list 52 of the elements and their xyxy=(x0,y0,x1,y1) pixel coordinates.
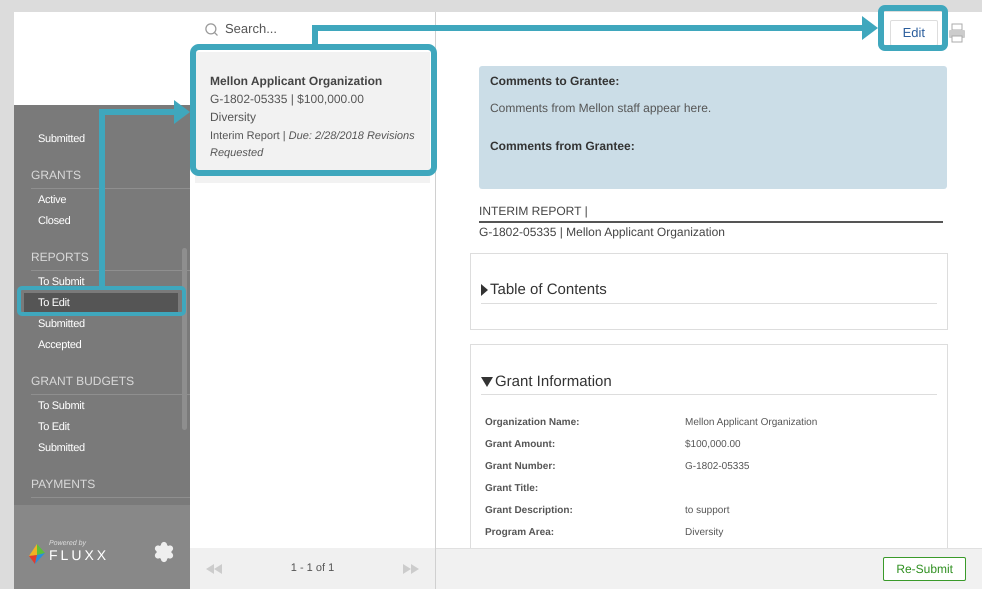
field-label: Program Area: xyxy=(485,526,556,540)
scrollbar[interactable] xyxy=(182,248,187,430)
sidebar-item[interactable]: To Edit xyxy=(14,417,190,438)
field-value: Diversity xyxy=(685,526,724,540)
section-header[interactable]: Grant Information xyxy=(481,370,937,395)
field-label: Grant Title: xyxy=(485,482,540,496)
sidebar-item[interactable]: To Edit xyxy=(24,293,178,314)
search-icon xyxy=(204,22,219,36)
field-label: Grant Number: xyxy=(485,460,557,474)
field-value: Mellon Applicant Organization xyxy=(685,416,818,430)
sidebar-item[interactable]: Closed xyxy=(14,211,190,232)
card-text: Diversity xyxy=(210,109,258,126)
comments-text: Comments from Mellon staff appear here. xyxy=(490,100,712,117)
section-header[interactable]: Table of Contents xyxy=(481,279,937,304)
pager-text: 1 - 1 of 1 xyxy=(290,561,334,576)
expanded-triangle-icon xyxy=(481,376,493,387)
edit-button[interactable]: Edit xyxy=(890,20,938,46)
report-heading: INTERIM REPORT | xyxy=(479,202,943,223)
sidebar-item[interactable]: To Submit xyxy=(14,272,190,293)
sidebar-item[interactable]: Submitted xyxy=(14,314,190,335)
report-subheading: G-1802-05335 | Mellon Applicant Organization xyxy=(479,224,726,241)
brand-logo-text: FLUXX xyxy=(49,546,110,564)
section-heading: REPORTS xyxy=(31,250,89,264)
field-value: G-1802-05335 xyxy=(685,460,750,474)
list-card[interactable]: Mellon Applicant Organization G-1802-05335 | $100,000.00 Diversity Interim Report | Due: 2/28/2018 Revisions Requested xyxy=(195,52,430,183)
section-heading: GRANT BUDGETS xyxy=(31,374,134,388)
previous-icon[interactable] xyxy=(206,564,222,574)
comments-label: Comments from Grantee: xyxy=(490,138,636,155)
field-label: Grant Description: xyxy=(485,504,574,518)
card-title: Mellon Applicant Organization xyxy=(210,73,384,90)
sidebar-item[interactable]: To Submit xyxy=(14,396,190,417)
resubmit-button[interactable]: Re-Submit xyxy=(883,557,966,581)
logo-icon xyxy=(29,544,45,564)
field-label: Grant Amount: xyxy=(485,438,556,452)
card-text: G-1802-05335 | $100,000.00 xyxy=(210,91,365,108)
field-label: Organization Name: xyxy=(485,416,580,430)
section-heading: GRANTS xyxy=(31,168,82,182)
search-field[interactable]: Search... xyxy=(225,19,421,39)
sidebar-item[interactable]: Submitted xyxy=(14,438,190,459)
collapsed-triangle-icon xyxy=(481,284,488,296)
field-value: to support xyxy=(685,504,730,518)
printer-icon[interactable] xyxy=(948,23,966,43)
callout-frame xyxy=(878,5,948,51)
sidebar-item[interactable]: Active xyxy=(14,190,190,211)
comments-label: Comments to Grantee: xyxy=(490,73,620,90)
settings-icon[interactable] xyxy=(153,541,175,563)
sidebar-item[interactable]: Accepted xyxy=(14,335,190,356)
section-heading: PAYMENTS xyxy=(31,477,96,491)
field-value: $100,000.00 xyxy=(685,438,741,452)
card-status: Interim Report | Due: 2/28/2018 Revisions Requested xyxy=(210,129,415,160)
sidebar-item[interactable]: Submitted xyxy=(14,129,190,150)
next-icon[interactable] xyxy=(402,564,419,574)
